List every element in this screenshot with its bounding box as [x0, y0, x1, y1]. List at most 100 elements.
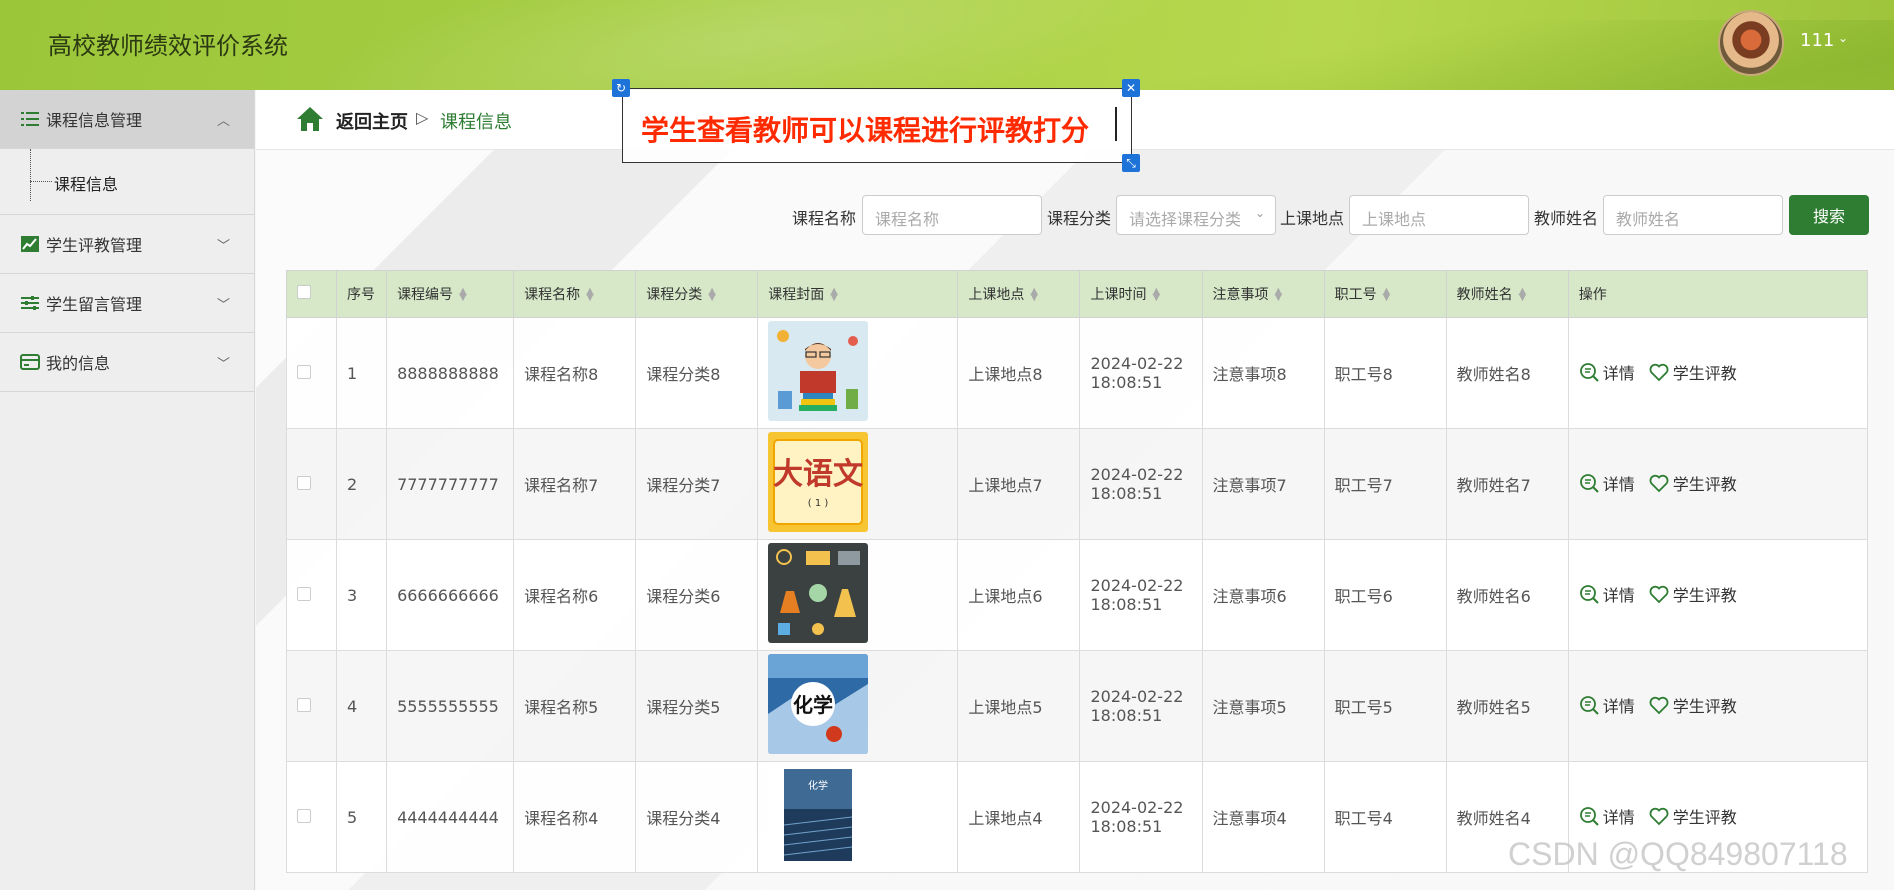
sort-icon[interactable]: ▲ ▼ [1519, 287, 1527, 303]
col-header[interactable]: 职工号 ▲ ▼ [1323, 270, 1447, 318]
col-header[interactable]: 课程编号 ▲ ▼ [386, 270, 515, 318]
cell-course-name: 课程名称8 [513, 317, 637, 429]
detail-search-icon [1579, 696, 1599, 715]
detail-button[interactable]: 详情 [1579, 693, 1635, 717]
detail-search-icon [1579, 474, 1599, 493]
cell-location: 上课地点8 [957, 317, 1081, 429]
user-avatar[interactable] [1718, 10, 1784, 76]
resize-icon[interactable]: ⤡ [1122, 154, 1140, 172]
heart-icon [1649, 585, 1669, 604]
sidebar-group-course-info[interactable]: 课程信息管理 ︿ [0, 90, 254, 149]
annotation-textbox[interactable]: 学生查看教师可以课程进行评教打分 [622, 88, 1132, 163]
close-icon[interactable]: ✕ [1122, 79, 1140, 97]
student-review-button[interactable]: 学生评教 [1649, 804, 1737, 828]
cell-course-cover [757, 317, 959, 429]
course-name-label: 课程名称 [792, 209, 857, 228]
sidebar-group-label: 学生评教管理 [46, 236, 143, 255]
cell-notes: 注意事项6 [1201, 539, 1325, 651]
chevron-down-icon: ﹀ [216, 298, 230, 313]
col-header[interactable]: 课程分类 ▲ ▼ [635, 270, 759, 318]
home-icon[interactable] [296, 106, 324, 132]
row-checkbox[interactable] [297, 586, 311, 601]
time-clock: 18:08:51 [1090, 373, 1163, 392]
teacher-name-input[interactable]: 教师姓名 [1603, 195, 1783, 235]
sidebar-group-my-info[interactable]: 我的信息 ﹀ [0, 333, 254, 392]
card-icon [20, 352, 40, 372]
row-select-cell[interactable] [285, 650, 338, 762]
time-date: 2024-02-22 [1090, 798, 1184, 817]
sliders-icon [20, 293, 40, 313]
row-select-cell[interactable] [285, 317, 338, 429]
breadcrumb-home-link[interactable]: 返回主页 [336, 108, 408, 134]
cell-course-code: 8888888888 [386, 317, 515, 429]
table-row: 3 6666666666 课程名称6 课程分类6 上课地点6 2024-02-22 18:0… [285, 539, 1869, 651]
sort-icon[interactable]: ▲ ▼ [1030, 287, 1038, 303]
location-input[interactable]: 上课地点 [1349, 195, 1529, 235]
category-select-placeholder: 请选择课程分类 [1129, 210, 1242, 229]
time-date: 2024-02-22 [1090, 465, 1184, 484]
chart-icon [20, 234, 40, 254]
student-review-button[interactable]: 学生评教 [1649, 693, 1737, 717]
row-select-cell[interactable] [285, 539, 338, 651]
cell-actions: 详情 学生评教 [1567, 539, 1869, 651]
cell-staff-no: 职工号5 [1323, 650, 1447, 762]
sort-icon[interactable]: ▲ ▼ [586, 287, 594, 303]
sidebar-group-student-review[interactable]: 学生评教管理 ﹀ [0, 215, 254, 274]
col-header[interactable]: 课程封面 ▲ ▼ [757, 270, 959, 318]
col-header-label: 课程编号 [397, 287, 454, 303]
main-content: 返回主页 ▷ 课程信息 课程名称 课程名称 课程分类 请选择课程分类 ⌄ 上课地… [256, 90, 1894, 890]
sidebar-group-student-messages[interactable]: 学生留言管理 ﹀ [0, 274, 254, 333]
cell-time: 2024-02-22 18:08:51 [1079, 317, 1203, 429]
sort-icon[interactable]: ▲ ▼ [830, 287, 838, 303]
detail-search-icon [1579, 363, 1599, 382]
col-header[interactable]: 上课时间 ▲ ▼ [1079, 270, 1203, 318]
sort-icon[interactable]: ▲ ▼ [459, 287, 467, 303]
sort-icon[interactable]: ▲ ▼ [1152, 287, 1160, 303]
category-select[interactable]: 请选择课程分类 ⌄ [1116, 195, 1276, 235]
chevron-down-icon: ﹀ [216, 357, 230, 372]
annotation-text[interactable]: 学生查看教师可以课程进行评教打分 [641, 109, 1089, 149]
cell-location: 上课地点7 [957, 428, 1081, 540]
row-checkbox[interactable] [297, 697, 311, 712]
heart-icon [1649, 363, 1669, 382]
cell-no: 4 [336, 650, 388, 762]
time-clock: 18:08:51 [1090, 706, 1163, 725]
detail-button[interactable]: 详情 [1579, 804, 1635, 828]
detail-button[interactable]: 详情 [1579, 360, 1635, 384]
user-name[interactable]: 111 [1800, 30, 1834, 51]
text-cursor [1115, 107, 1117, 141]
cell-course-category: 课程分类5 [635, 650, 759, 762]
select-all-checkbox[interactable] [297, 285, 311, 299]
col-header[interactable]: 注意事项 ▲ ▼ [1201, 270, 1325, 318]
cell-staff-no: 职工号6 [1323, 539, 1447, 651]
row-select-cell[interactable] [285, 761, 338, 873]
course-cover-image: 大语文 ( 1 ) [768, 432, 869, 536]
sidebar-item-course-info[interactable]: 课程信息 [30, 171, 118, 195]
detail-button[interactable]: 详情 [1579, 471, 1635, 495]
row-checkbox[interactable] [297, 475, 311, 490]
select-all-cell[interactable] [285, 270, 338, 318]
col-header[interactable]: 教师姓名 ▲ ▼ [1445, 270, 1569, 318]
row-checkbox[interactable] [297, 808, 311, 823]
course-cover-image [768, 321, 869, 425]
course-name-input[interactable]: 课程名称 [862, 195, 1042, 235]
detail-button[interactable]: 详情 [1579, 582, 1635, 606]
row-select-cell[interactable] [285, 428, 338, 540]
student-review-button[interactable]: 学生评教 [1649, 582, 1737, 606]
table-row: 1 8888888888 课程名称8 课程分类8 上课地点8 2024-02-22 18:0… [285, 317, 1869, 429]
sort-icon[interactable]: ▲ ▼ [708, 287, 716, 303]
sort-icon[interactable]: ▲ ▼ [1383, 287, 1391, 303]
sort-icon[interactable]: ▲ ▼ [1275, 287, 1283, 303]
row-checkbox[interactable] [297, 364, 311, 379]
student-review-button[interactable]: 学生评教 [1649, 471, 1737, 495]
time-date: 2024-02-22 [1090, 687, 1184, 706]
chevron-down-icon[interactable]: ⌄ [1838, 31, 1848, 45]
search-button[interactable]: 搜索 [1789, 195, 1869, 235]
col-header[interactable]: 上课地点 ▲ ▼ [957, 270, 1081, 318]
cell-course-cover: 化学 [757, 761, 959, 873]
student-review-button[interactable]: 学生评教 [1649, 360, 1737, 384]
cell-time: 2024-02-22 18:08:51 [1079, 539, 1203, 651]
rotate-icon[interactable]: ↻ [612, 79, 630, 97]
col-header[interactable]: 课程名称 ▲ ▼ [513, 270, 637, 318]
cell-course-code: 7777777777 [386, 428, 515, 540]
